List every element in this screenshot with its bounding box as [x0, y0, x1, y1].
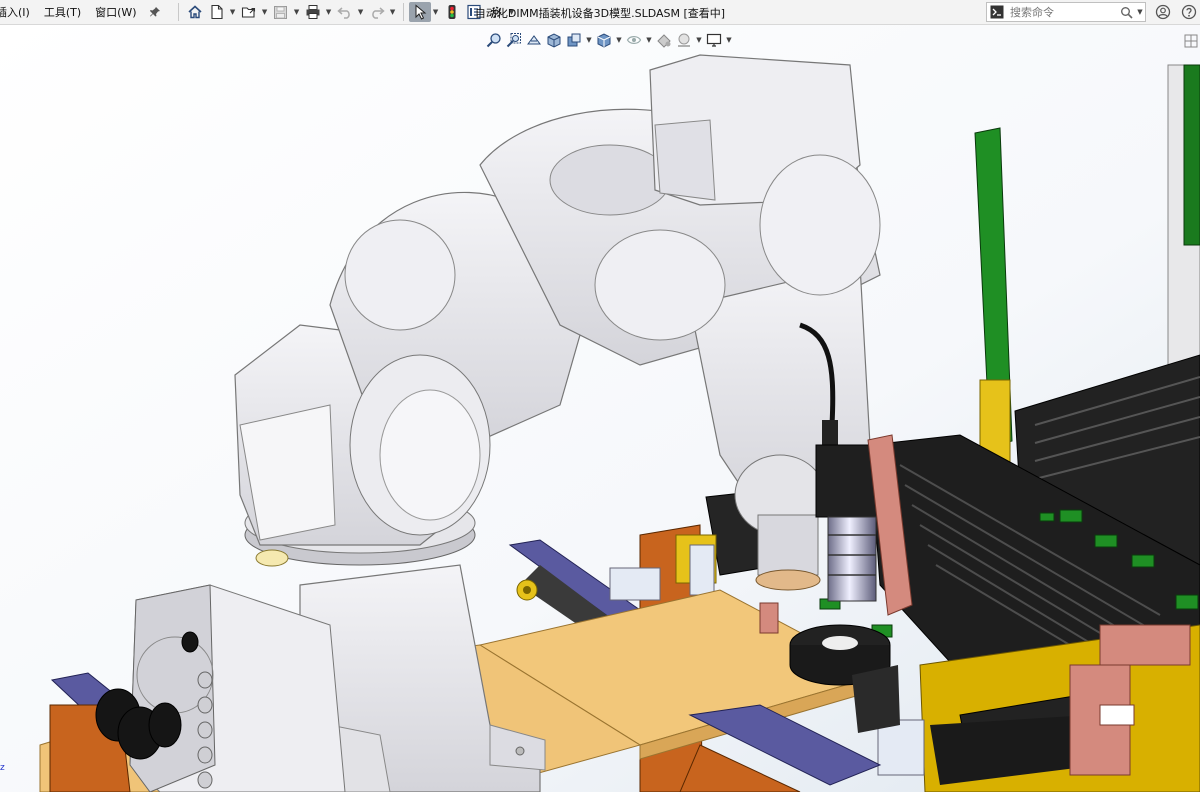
- redo-icon[interactable]: [366, 2, 388, 22]
- dynamic-annotation-icon[interactable]: [564, 30, 584, 50]
- previous-view-icon[interactable]: [524, 30, 544, 50]
- triad-z-axis-label: z: [0, 763, 5, 773]
- chevron-down-icon[interactable]: ▼: [388, 8, 398, 16]
- title-bar: 插入(I) 工具(T) 窗口(W) ▼ ▼ ▼ ▼ ▼ ▼ ▼ ▼ 自动化DIM…: [0, 0, 1200, 25]
- menu-bar: 插入(I) 工具(T) 窗口(W): [0, 0, 166, 24]
- open-folder-icon[interactable]: [238, 2, 260, 22]
- task-pane-tabs: [1183, 33, 1199, 49]
- menu-window[interactable]: 窗口(W): [88, 4, 143, 20]
- user-account-icon[interactable]: [1152, 2, 1174, 22]
- chevron-down-icon[interactable]: ▼: [356, 8, 366, 16]
- chevron-down-icon[interactable]: ▼: [228, 8, 238, 16]
- chevron-down-icon[interactable]: ▼: [644, 36, 654, 44]
- chevron-down-icon[interactable]: ▼: [324, 8, 334, 16]
- chevron-down-icon[interactable]: ▼: [584, 36, 594, 44]
- toolbar-separator: [177, 3, 179, 21]
- home-icon[interactable]: [184, 2, 206, 22]
- pin-icon[interactable]: [144, 2, 166, 22]
- save-icon[interactable]: [270, 2, 292, 22]
- new-document-icon[interactable]: [206, 2, 228, 22]
- chevron-down-icon[interactable]: ▼: [614, 36, 624, 44]
- document-title: 自动化DIMM插装机设备3D模型.SLDASM [查看中]: [474, 7, 726, 20]
- help-icon[interactable]: [1178, 2, 1200, 22]
- tile-icon[interactable]: [1183, 33, 1199, 49]
- print-icon[interactable]: [302, 2, 324, 22]
- search-icon[interactable]: [1118, 6, 1135, 19]
- chevron-down-icon[interactable]: ▼: [260, 8, 270, 16]
- menu-insert[interactable]: 插入(I): [0, 4, 37, 20]
- heads-up-view-toolbar: ▼ ▼ ▼ ▼ ▼: [484, 29, 734, 51]
- toolbar-separator: [402, 3, 404, 21]
- apply-scene-icon[interactable]: [674, 30, 694, 50]
- chevron-down-icon[interactable]: ▼: [431, 8, 441, 16]
- search-input[interactable]: [1006, 4, 1118, 20]
- command-search[interactable]: ▼: [986, 2, 1146, 22]
- menu-tools[interactable]: 工具(T): [37, 4, 88, 20]
- graphics-viewport[interactable]: ▼ ▼ ▼ ▼ ▼ z: [0, 25, 1200, 792]
- view-settings-icon[interactable]: [704, 30, 724, 50]
- command-prompt-icon: [987, 5, 1006, 19]
- chevron-down-icon[interactable]: ▼: [694, 36, 704, 44]
- view-orientation-icon[interactable]: [594, 30, 614, 50]
- section-view-icon[interactable]: [544, 30, 564, 50]
- chevron-down-icon[interactable]: ▼: [292, 8, 302, 16]
- edit-appearance-icon[interactable]: [654, 30, 674, 50]
- undo-icon[interactable]: [334, 2, 356, 22]
- zoom-to-fit-icon[interactable]: [484, 30, 504, 50]
- chevron-down-icon[interactable]: ▼: [724, 36, 734, 44]
- select-cursor-icon[interactable]: [408, 2, 431, 22]
- robot-assembly-model[interactable]: [0, 25, 1200, 792]
- zoom-to-area-icon[interactable]: [504, 30, 524, 50]
- account-help-icons: [1152, 2, 1200, 22]
- hide-show-items-icon[interactable]: [624, 30, 644, 50]
- chevron-down-icon[interactable]: ▼: [1135, 8, 1145, 16]
